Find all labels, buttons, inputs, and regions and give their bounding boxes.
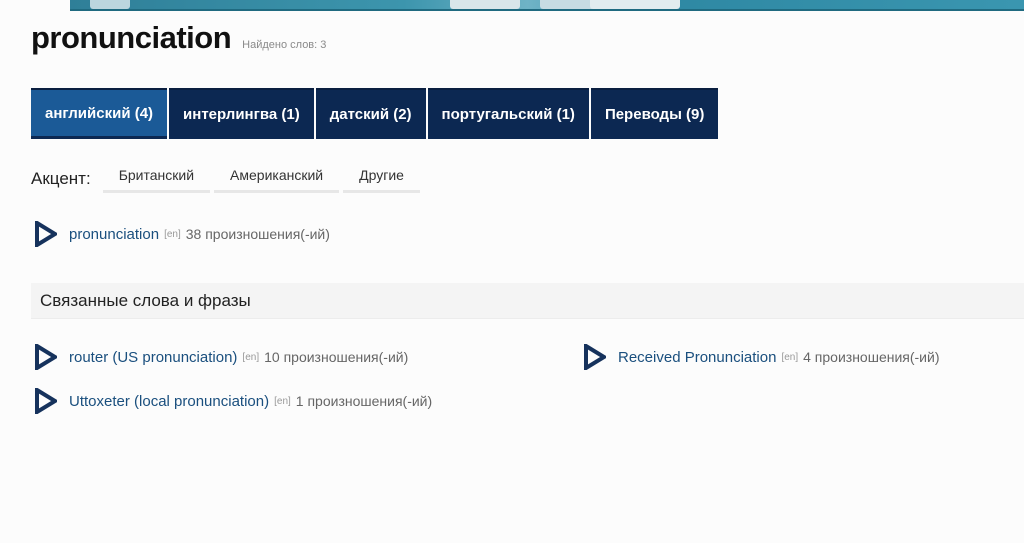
word-link[interactable]: pronunciation — [69, 226, 159, 243]
accent-american-button[interactable]: Американский — [214, 164, 340, 193]
play-icon[interactable] — [584, 344, 606, 370]
word-link[interactable]: Received Pronunciation — [618, 349, 776, 366]
language-tabs: английский (4) интерлингва (1) датский (… — [31, 88, 720, 139]
play-icon[interactable] — [35, 344, 57, 370]
related-word-entry: router (US pronunciation) [en] 10 произн… — [35, 344, 408, 370]
page-title: pronunciation — [31, 20, 232, 55]
accent-filter: Акцент: Британский Американский Другие — [31, 164, 424, 193]
related-words-header: Связанные слова и фразы — [31, 283, 1024, 319]
tab-portuguese[interactable]: португальский (1) — [427, 88, 589, 139]
word-link[interactable]: router (US pronunciation) — [69, 349, 237, 366]
related-word-entry: Uttoxeter (local pronunciation) [en] 1 п… — [35, 388, 432, 414]
main-word-entry: pronunciation [en] 38 произношения(-ий) — [35, 221, 330, 247]
related-word-entry: Received Pronunciation [en] 4 произношен… — [584, 344, 940, 370]
related-words-title: Связанные слова и фразы — [40, 290, 251, 310]
accent-british-button[interactable]: Британский — [102, 164, 211, 193]
tab-translations[interactable]: Переводы (9) — [590, 88, 719, 139]
accent-other-button[interactable]: Другие — [343, 164, 420, 193]
play-icon[interactable] — [35, 388, 57, 414]
language-code: [en] — [781, 351, 799, 363]
tab-interlingua[interactable]: интерлингва (1) — [169, 88, 314, 139]
play-icon[interactable] — [35, 221, 57, 247]
language-code: [en] — [274, 395, 291, 407]
title-row: pronunciation Найдено слов: 3 — [31, 20, 326, 56]
pronunciation-count: 10 произношения(-ий) — [264, 349, 409, 365]
pronunciation-count: 1 произношения(-ий) — [295, 393, 433, 409]
pronunciation-count: 4 произношения(-ий) — [803, 349, 940, 365]
language-code: [en] — [164, 228, 181, 240]
words-found-count: Найдено слов: 3 — [242, 39, 327, 51]
top-banner-image — [70, 0, 1024, 11]
tab-english[interactable]: английский (4) — [31, 88, 168, 139]
word-link[interactable]: Uttoxeter (local pronunciation) — [69, 393, 269, 410]
accent-label: Акцент: — [31, 168, 91, 188]
tab-danish[interactable]: датский (2) — [315, 88, 426, 139]
pronunciation-count: 38 произношения(-ий) — [185, 226, 330, 242]
language-code: [en] — [242, 351, 260, 363]
